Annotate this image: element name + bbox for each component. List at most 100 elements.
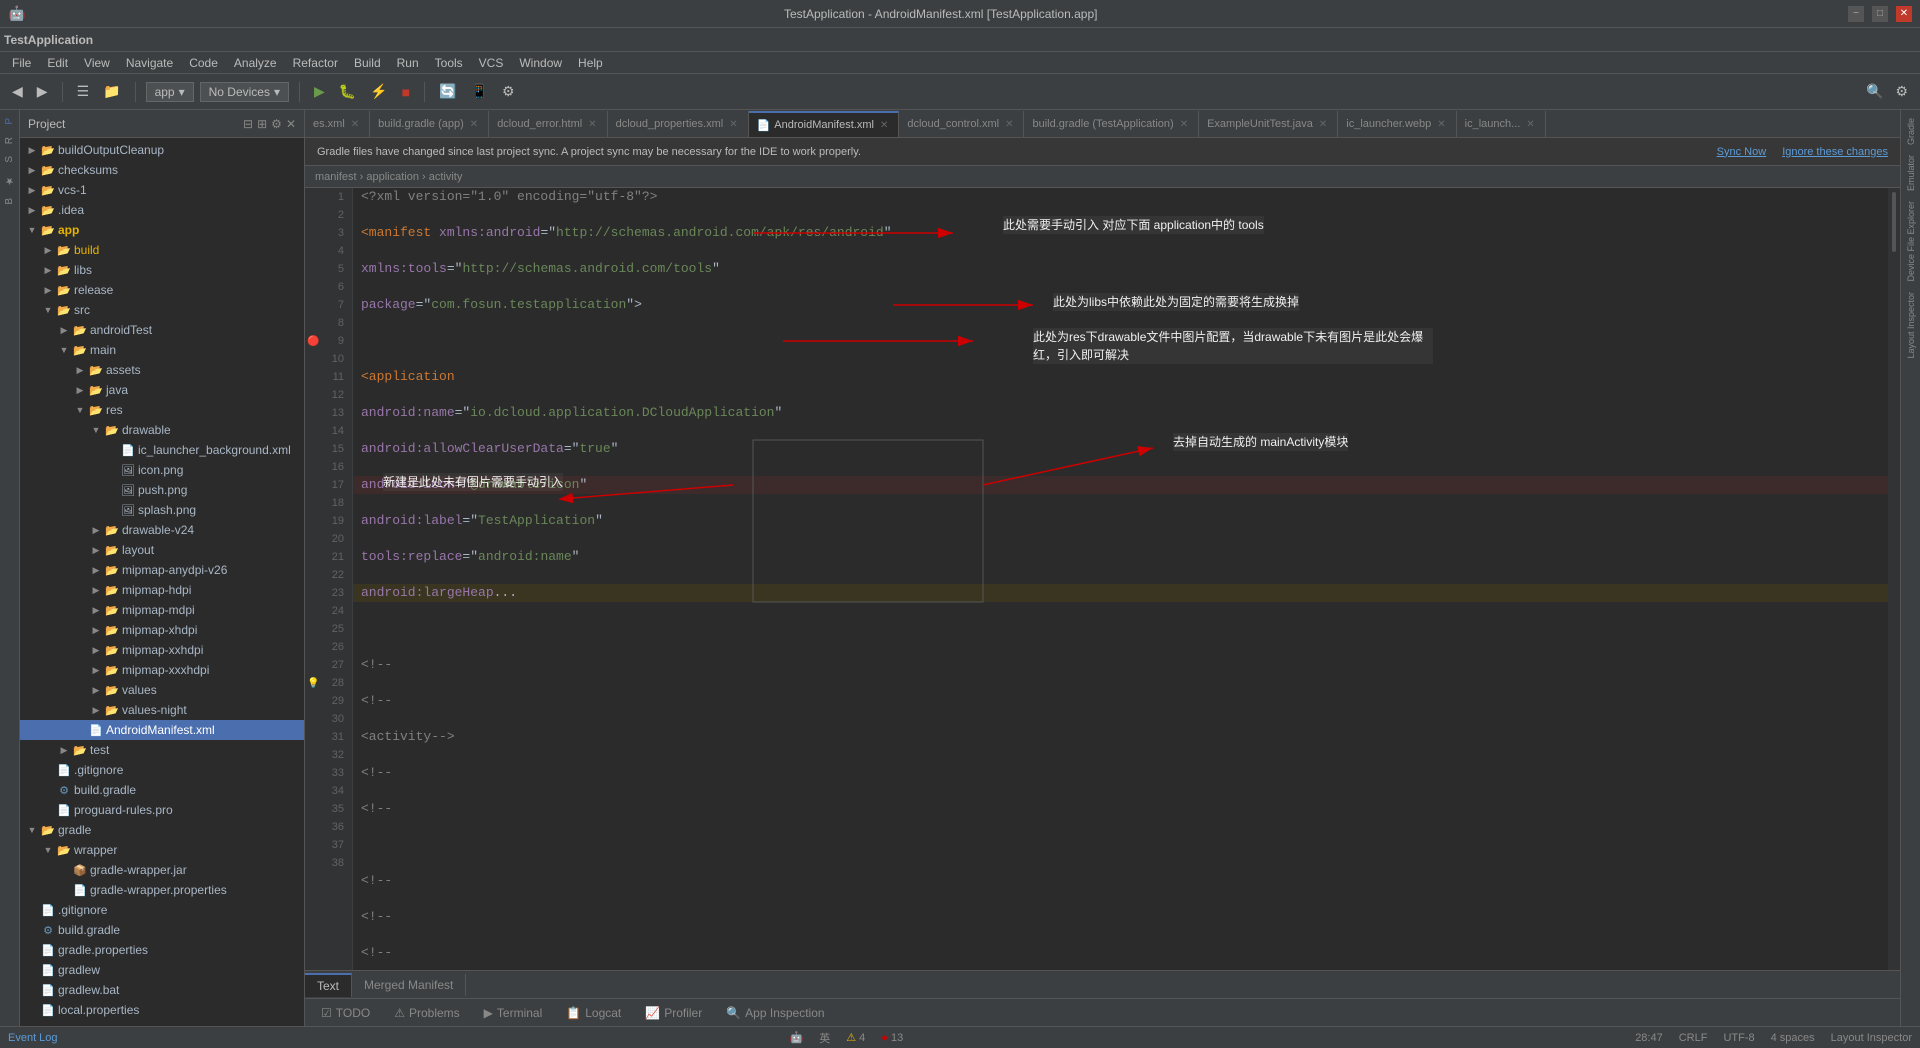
- tab-merged-manifest[interactable]: Merged Manifest: [352, 974, 466, 996]
- tree-item-gitignore-root[interactable]: 📄 .gitignore: [20, 900, 304, 920]
- right-gradle-icon[interactable]: Gradle: [1904, 114, 1918, 149]
- tab-close[interactable]: ✕: [1317, 119, 1329, 130]
- tab-build-gradle-app[interactable]: build.gradle (app) ✕: [370, 111, 489, 137]
- menu-build[interactable]: Build: [346, 54, 389, 72]
- right-device-file-icon[interactable]: Device File Explorer: [1904, 197, 1918, 286]
- project-icon[interactable]: 📁: [99, 81, 124, 102]
- panel-collapse-icon[interactable]: ⊟: [243, 117, 253, 131]
- close-button[interactable]: ✕: [1896, 6, 1912, 22]
- tree-item-buildOutputCleanup[interactable]: ▶ 📂 buildOutputCleanup: [20, 140, 304, 160]
- stop-button[interactable]: ■: [398, 82, 414, 102]
- tab-build-gradle-app2[interactable]: build.gradle (TestApplication) ✕: [1024, 111, 1199, 137]
- panel-close-icon[interactable]: ✕: [286, 117, 296, 131]
- tab-ic-launch-ellipsis[interactable]: ic_launch... ✕: [1457, 111, 1546, 137]
- tree-item-mipmap-anydpi[interactable]: ▶ 📂 mipmap-anydpi-v26: [20, 560, 304, 580]
- tree-item-mipmap-hdpi[interactable]: ▶ 📂 mipmap-hdpi: [20, 580, 304, 600]
- tree-item-main[interactable]: ▼ 📂 main: [20, 340, 304, 360]
- back-button[interactable]: ◀: [8, 81, 27, 102]
- tree-item-androidTest[interactable]: ▶ 📂 androidTest: [20, 320, 304, 340]
- layout-inspector-label[interactable]: Layout Inspector: [1831, 1032, 1912, 1044]
- tree-item-gitignore-app[interactable]: 📄 .gitignore: [20, 760, 304, 780]
- tree-item-wrapper[interactable]: ▼ 📂 wrapper: [20, 840, 304, 860]
- right-emulator-icon[interactable]: Emulator: [1904, 151, 1918, 195]
- bottom-tab-problems[interactable]: ⚠ Problems: [386, 1004, 467, 1022]
- tab-close[interactable]: ✕: [349, 119, 361, 130]
- menu-vcs[interactable]: VCS: [471, 54, 512, 72]
- sidebar-project-icon[interactable]: P: [2, 114, 17, 129]
- tab-close[interactable]: ✕: [1524, 119, 1536, 130]
- bottom-tab-terminal[interactable]: ▶ Terminal: [476, 1004, 551, 1022]
- tree-item-gradlew[interactable]: 📄 gradlew: [20, 960, 304, 980]
- tree-item-test[interactable]: ▶ 📂 test: [20, 740, 304, 760]
- tab-dcloud-control[interactable]: dcloud_control.xml ✕: [899, 111, 1024, 137]
- menu-run[interactable]: Run: [389, 54, 427, 72]
- sidebar-resource-icon[interactable]: R: [2, 133, 17, 148]
- menu-navigate[interactable]: Navigate: [118, 54, 181, 72]
- settings-button[interactable]: ⚙: [1891, 81, 1912, 102]
- tree-item-values-night[interactable]: ▶ 📂 values-night: [20, 700, 304, 720]
- project-tree[interactable]: ▶ 📂 buildOutputCleanup ▶ 📂 checksums ▶ 📂…: [20, 138, 304, 1026]
- tree-item-gradlew-bat[interactable]: 📄 gradlew.bat: [20, 980, 304, 1000]
- tree-item-layout[interactable]: ▶ 📂 layout: [20, 540, 304, 560]
- line-ending[interactable]: CRLF: [1679, 1032, 1708, 1044]
- tree-item-local-properties[interactable]: 📄 local.properties: [20, 1000, 304, 1020]
- tab-close[interactable]: ✕: [727, 119, 739, 130]
- run-button[interactable]: ▶: [310, 81, 329, 102]
- encoding[interactable]: UTF-8: [1723, 1032, 1754, 1044]
- tab-example-unit-test[interactable]: ExampleUnitTest.java ✕: [1199, 111, 1338, 137]
- tree-item-drawable-v24[interactable]: ▶ 📂 drawable-v24: [20, 520, 304, 540]
- tab-android-manifest[interactable]: 📄 AndroidManifest.xml ✕: [749, 111, 900, 137]
- tab-close[interactable]: ✕: [468, 119, 480, 130]
- tree-item-assets[interactable]: ▶ 📂 assets: [20, 360, 304, 380]
- tab-close[interactable]: ✕: [1435, 119, 1447, 130]
- tree-item-idea[interactable]: ▶ 📂 .idea: [20, 200, 304, 220]
- tree-item-AndroidManifest[interactable]: 📄 AndroidManifest.xml: [20, 720, 304, 740]
- bottom-tab-profiler[interactable]: 📈 Profiler: [637, 1004, 710, 1022]
- editor-content[interactable]: 1 2 3 4 5 6 7 8 🔴 9 10 11 12 13 14 15 16: [305, 188, 1900, 970]
- tree-item-gradle[interactable]: ▼ 📂 gradle: [20, 820, 304, 840]
- menu-analyze[interactable]: Analyze: [226, 54, 285, 72]
- tree-item-gradle-wrapper-jar[interactable]: 📦 gradle-wrapper.jar: [20, 860, 304, 880]
- tree-item-gradle-wrapper-props[interactable]: 📄 gradle-wrapper.properties: [20, 880, 304, 900]
- tree-item-src[interactable]: ▼ 📂 src: [20, 300, 304, 320]
- tree-item-push-png[interactable]: 🖼 push.png: [20, 480, 304, 500]
- menu-file[interactable]: File: [4, 54, 39, 72]
- sync-now-button[interactable]: Sync Now: [1717, 146, 1767, 158]
- bottom-tab-logcat[interactable]: 📋 Logcat: [558, 1004, 629, 1022]
- tab-text[interactable]: Text: [305, 973, 352, 997]
- tree-item-gradle-properties[interactable]: 📄 gradle.properties: [20, 940, 304, 960]
- tree-item-app[interactable]: ▼ 📂 app: [20, 220, 304, 240]
- profile-button[interactable]: ⚡: [366, 81, 391, 102]
- run-config-selector[interactable]: app ▾: [146, 82, 194, 102]
- scrollbar-thumb[interactable]: [1892, 192, 1896, 252]
- menu-help[interactable]: Help: [570, 54, 611, 72]
- tree-item-drawable[interactable]: ▼ 📂 drawable: [20, 420, 304, 440]
- tab-close[interactable]: ✕: [1178, 119, 1190, 130]
- tree-item-mipmap-mdpi[interactable]: ▶ 📂 mipmap-mdpi: [20, 600, 304, 620]
- sidebar-structure-icon[interactable]: S: [2, 152, 17, 167]
- right-layout-inspector-icon[interactable]: Layout Inspector: [1904, 288, 1918, 363]
- tree-item-java[interactable]: ▶ 📂 java: [20, 380, 304, 400]
- forward-button[interactable]: ▶: [33, 81, 52, 102]
- bottom-tab-app-inspection[interactable]: 🔍 App Inspection: [718, 1004, 832, 1022]
- tree-item-build-gradle-app[interactable]: ⚙ build.gradle: [20, 780, 304, 800]
- bottom-tab-todo[interactable]: ☑ TODO: [313, 1004, 378, 1022]
- indent-size[interactable]: 4 spaces: [1771, 1032, 1815, 1044]
- tree-item-release[interactable]: ▶ 📂 release: [20, 280, 304, 300]
- no-devices-button[interactable]: No Devices ▾: [200, 82, 289, 102]
- tree-item-vcs1[interactable]: ▶ 📂 vcs-1: [20, 180, 304, 200]
- debug-button[interactable]: 🐛: [335, 81, 360, 102]
- tab-close[interactable]: ✕: [878, 120, 890, 131]
- error-indicator[interactable]: ● 13: [881, 1032, 903, 1044]
- tab-dcloud-properties[interactable]: dcloud_properties.xml ✕: [608, 111, 749, 137]
- sidebar-favorites-icon[interactable]: ★: [2, 171, 17, 190]
- tree-item-mipmap-xxxhdpi[interactable]: ▶ 📂 mipmap-xxxhdpi: [20, 660, 304, 680]
- tree-item-mipmap-xxhdpi[interactable]: ▶ 📂 mipmap-xxhdpi: [20, 640, 304, 660]
- warning-indicator[interactable]: ⚠ 4: [846, 1031, 865, 1044]
- maximize-button[interactable]: □: [1872, 6, 1888, 22]
- avd-button[interactable]: 📱: [467, 81, 492, 102]
- tree-item-proguard[interactable]: 📄 proguard-rules.pro: [20, 800, 304, 820]
- panel-settings-icon[interactable]: ⚙: [271, 117, 282, 131]
- nav-bar-icon[interactable]: ☰: [73, 81, 94, 102]
- tab-es-xml[interactable]: es.xml ✕: [305, 111, 370, 137]
